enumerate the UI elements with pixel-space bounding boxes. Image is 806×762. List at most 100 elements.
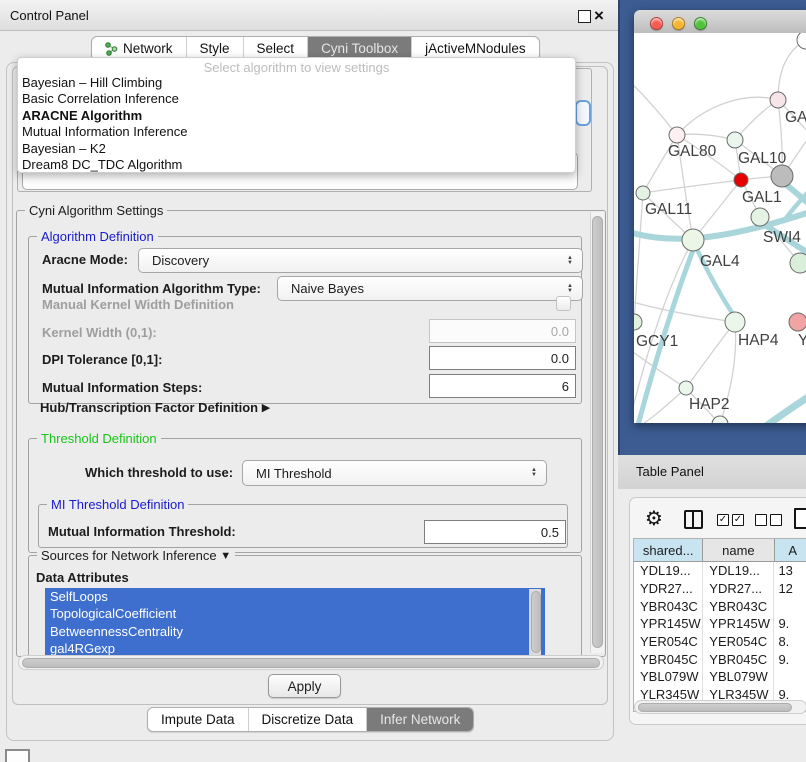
network-node[interactable] [727,132,743,148]
close-window-icon[interactable] [650,17,663,30]
dropdown-item[interactable]: Mutual Information Inference [18,124,575,140]
node-table: shared...nameA YDL19...YDL19...13YDR27..… [633,538,806,712]
tab-infer-network[interactable]: Infer Network [367,708,473,731]
float-panel-icon[interactable] [578,10,591,23]
tab-label: Style [200,41,230,56]
apply-button[interactable]: Apply [268,674,341,698]
tab-impute-data[interactable]: Impute Data [148,708,249,731]
column-header-shared...[interactable]: shared... [634,539,703,561]
dpi-tolerance-field[interactable]: 0.0 [429,346,576,370]
attribute-item[interactable]: BetweennessCentrality [45,623,545,640]
table-row[interactable]: YDL19...YDL19...13 [634,562,806,580]
document-icon[interactable] [794,508,806,529]
zoom-window-icon[interactable] [694,17,707,30]
attributes-vscroll-thumb[interactable] [531,591,541,653]
network-node[interactable] [789,313,806,331]
which-threshold-combobox[interactable]: MI Threshold ▲▼ [242,460,547,486]
network-canvas[interactable]: GALGAL80GAL10GAL1GAL11SWI4GAL4GCY1HAP4YH… [634,33,806,423]
aracne-mode-value: Discovery [152,253,209,268]
mi-steps-field[interactable]: 6 [429,374,576,398]
select-all-check-icon-2[interactable]: ✓ [732,514,744,526]
table-horizontal-scrollbar[interactable] [634,700,806,714]
table-cell: YBL079W [703,668,774,686]
table-row[interactable]: YBR043CYBR043C [634,597,806,615]
tab-label: jActiveMNodules [425,41,526,56]
gear-icon[interactable]: ⚙ [645,506,663,531]
table-row[interactable]: YBR045CYBR045C9. [634,650,806,668]
table-panel-title: Table Panel [636,464,704,479]
hub-definition-expander[interactable]: Hub/Transcription Factor Definition ▶ [40,400,270,415]
dropdown-item[interactable]: Bayesian – K2 [18,141,575,157]
attributes-vscrollbar[interactable] [529,589,541,655]
network-node[interactable] [679,381,693,395]
attribute-item[interactable]: SelfLoops [45,588,545,605]
node-label: GAL80 [668,143,717,160]
node-label: HAP4 [738,332,779,349]
tab-label: Cyni Toolbox [321,41,398,56]
network-node[interactable] [725,312,745,332]
network-node[interactable] [770,92,786,108]
close-panel-icon[interactable]: × [594,10,604,21]
column-header-A[interactable]: A [775,539,806,561]
which-threshold-label: Which threshold to use: [85,465,233,480]
manual-kernel-label: Manual Kernel Width Definition [42,297,234,312]
node-label: GAL11 [645,201,692,218]
tab-label: Select [257,41,295,56]
table-row[interactable]: YDR27...YDR27...12 [634,580,806,598]
network-node[interactable] [790,253,806,273]
attribute-item[interactable]: TopologicalCoefficient [45,605,545,622]
tab-discretize-data[interactable]: Discretize Data [249,708,368,731]
node-label: HAP2 [689,396,730,413]
aracne-mode-combobox[interactable]: Discovery ▲▼ [138,248,583,273]
network-node[interactable] [751,208,769,226]
network-node[interactable] [634,314,642,330]
mi-threshold-field[interactable]: 0.5 [424,520,566,544]
column-header-name[interactable]: name [703,539,774,561]
dropdown-item[interactable]: Dream8 DC_TDC Algorithm [18,157,575,173]
expander-collapsed-icon: ▶ [262,402,270,414]
network-node[interactable] [682,229,704,251]
deselect-all-icon[interactable] [755,514,767,526]
mi-steps-label: Mutual Information Steps: [42,380,202,395]
network-window-titlebar[interactable] [634,10,806,34]
network-node[interactable] [669,127,685,143]
table-row[interactable]: YER054CYER054C8. [634,633,806,651]
settings-hscroll-thumb[interactable] [22,658,600,668]
minimize-window-icon[interactable] [672,17,685,30]
node-label: GAL [785,109,806,126]
deselect-all-icon-2[interactable] [770,514,782,526]
table-cell: 9. [774,650,806,668]
table-cell [774,668,806,686]
network-window[interactable]: GALGAL80GAL10GAL1GAL11SWI4GAL4GCY1HAP4YH… [634,10,806,423]
column-browser-icon[interactable] [684,510,703,529]
table-cell: 13 [774,562,806,580]
manual-kernel-checkbox[interactable] [556,296,571,311]
dropdown-item[interactable]: ARACNE Algorithm [18,108,575,124]
table-row[interactable]: YPR145WYPR145W9. [634,615,806,633]
settings-horizontal-scrollbar[interactable] [18,655,604,670]
collapsed-panel-icon[interactable] [5,749,30,762]
table-hscroll-thumb[interactable] [638,703,792,712]
data-attributes-label: Data Attributes [36,570,129,585]
table-cell: YBR045C [634,650,703,668]
node-label: GAL1 [742,189,782,206]
settings-vertical-scrollbar[interactable] [590,212,604,653]
network-node[interactable] [771,165,793,187]
table-cell: YPR145W [634,615,703,633]
settings-vscroll-thumb[interactable] [592,216,603,648]
dropdown-item[interactable]: Bayesian – Hill Climbing [18,75,575,91]
dropdown-item[interactable]: Basic Correlation Inference [18,91,575,107]
select-all-check-icon[interactable]: ✓ [717,514,729,526]
node-label: GCY1 [636,333,678,350]
network-node[interactable] [797,33,806,49]
combobox-arrow-fragment[interactable] [575,100,591,126]
sources-legend-text: Sources for Network Inference [41,548,217,563]
node-label: Y [798,332,806,349]
network-node[interactable] [734,173,748,187]
table-row[interactable]: YBL079WYBL079W [634,668,806,686]
network-icon [105,42,118,56]
network-node[interactable] [636,186,650,200]
kernel-width-field[interactable]: 0.0 [429,319,576,343]
table-cell: YER054C [634,633,703,651]
mi-type-combobox[interactable]: Naive Bayes ▲▼ [277,276,583,301]
